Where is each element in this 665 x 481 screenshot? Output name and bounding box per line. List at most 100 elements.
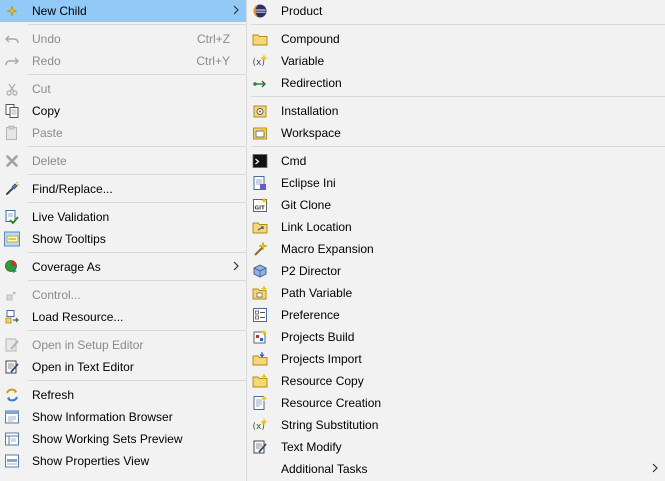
- separator: [28, 280, 246, 281]
- menu-item-label: P2 Director: [281, 264, 342, 278]
- terminal-icon: [252, 154, 268, 168]
- menu-item-label: Link Location: [281, 220, 352, 234]
- menu-item-load-resource[interactable]: Load Resource...: [0, 306, 246, 328]
- menu-item-find-replace[interactable]: Find/Replace...: [0, 178, 246, 200]
- refresh-icon: [6, 388, 18, 402]
- menu-item-open-setup-editor[interactable]: Open in Setup Editor: [0, 334, 246, 356]
- separator: [251, 96, 665, 97]
- menu-item-label: Redo: [32, 54, 61, 68]
- menu-item-label: Git Clone: [281, 198, 332, 212]
- submenu-item-resource-creation[interactable]: Resource Creation: [247, 392, 665, 414]
- menu-item-label: Path Variable: [281, 286, 353, 300]
- menu-item-show-working-sets[interactable]: Show Working Sets Preview: [0, 428, 246, 450]
- submenu-item-macro-expansion[interactable]: Macro Expansion: [247, 238, 665, 260]
- chevron-right-icon: [233, 261, 239, 271]
- text-editor-icon: [5, 360, 19, 374]
- menu-item-label: Load Resource...: [32, 310, 124, 324]
- submenu-item-text-modify[interactable]: Text Modify: [247, 436, 665, 458]
- submenu-item-string-substitution[interactable]: (x) String Substitution: [247, 414, 665, 436]
- shortcut-label: Ctrl+Y: [196, 54, 230, 68]
- chevron-right-icon: [652, 463, 658, 473]
- menu-item-live-validation[interactable]: Live Validation: [0, 206, 246, 228]
- menu-item-copy[interactable]: Copy: [0, 100, 246, 122]
- menu-item-label: New Child: [32, 4, 87, 18]
- undo-icon: [5, 35, 19, 44]
- submenu-item-compound[interactable]: Compound: [247, 28, 665, 50]
- menu-item-coverage-as[interactable]: Coverage As: [0, 256, 246, 278]
- menu-item-label: Text Modify: [281, 440, 342, 454]
- submenu-item-p2-director[interactable]: P2 Director: [247, 260, 665, 282]
- menu-item-cut[interactable]: Cut: [0, 78, 246, 100]
- menu-item-show-properties[interactable]: Show Properties View: [0, 450, 246, 472]
- menu-item-control[interactable]: Control...: [0, 284, 246, 306]
- menu-item-label: Coverage As: [32, 260, 101, 274]
- menu-item-label: Show Working Sets Preview: [32, 432, 183, 446]
- menu-item-delete[interactable]: Delete: [0, 150, 246, 172]
- submenu-item-projects-build[interactable]: Projects Build: [247, 326, 665, 348]
- menu-item-redo[interactable]: Redo Ctrl+Y: [0, 50, 246, 72]
- menu-item-label: Projects Import: [281, 352, 362, 366]
- workspace-icon: [253, 126, 267, 140]
- menu-item-show-info-browser[interactable]: Show Information Browser: [0, 406, 246, 428]
- submenu-item-workspace[interactable]: Workspace: [247, 122, 665, 144]
- chevron-right-icon: [233, 5, 239, 15]
- menu-item-undo[interactable]: Undo Ctrl+Z: [0, 28, 246, 50]
- menu-item-open-text-editor[interactable]: Open in Text Editor: [0, 356, 246, 378]
- variable-icon: (x): [253, 54, 268, 68]
- menu-item-label: Undo: [32, 32, 61, 46]
- projects-import-icon: [252, 352, 268, 366]
- submenu-item-link-location[interactable]: Link Location: [247, 216, 665, 238]
- properties-view-icon: [5, 454, 19, 468]
- menu-item-label: Paste: [32, 126, 63, 140]
- menu-item-label: Macro Expansion: [281, 242, 374, 256]
- svg-text:GIT: GIT: [255, 206, 266, 212]
- menu-item-label: Eclipse Ini: [281, 176, 336, 190]
- menu-item-label: Resource Creation: [281, 396, 382, 410]
- resource-creation-icon: [253, 395, 267, 410]
- submenu-item-path-variable[interactable]: Path Variable: [247, 282, 665, 304]
- validation-check-icon: [5, 210, 19, 225]
- menu-item-refresh[interactable]: Refresh: [0, 384, 246, 406]
- menu-item-label: String Substitution: [281, 418, 379, 432]
- submenu-item-projects-import[interactable]: Projects Import: [247, 348, 665, 370]
- separator: [251, 146, 665, 147]
- tooltip-icon: [4, 231, 20, 247]
- resource-copy-icon: [252, 373, 268, 388]
- info-browser-icon: [5, 410, 19, 424]
- separator: [28, 74, 246, 75]
- svg-text:(x): (x): [253, 422, 265, 432]
- submenu-item-resource-copy[interactable]: Resource Copy: [247, 370, 665, 392]
- submenu-item-installation[interactable]: Installation: [247, 100, 665, 122]
- menu-item-label: Cut: [32, 82, 51, 96]
- separator: [28, 252, 246, 253]
- load-resource-icon: [5, 310, 19, 324]
- submenu-item-additional-tasks[interactable]: Additional Tasks: [247, 458, 665, 480]
- submenu-item-cmd[interactable]: Cmd: [247, 150, 665, 172]
- menu-item-paste[interactable]: Paste: [0, 122, 246, 144]
- submenu-item-redirection[interactable]: Redirection: [247, 72, 665, 94]
- submenu-item-preference[interactable]: Preference: [247, 304, 665, 326]
- menu-item-label: Redirection: [281, 76, 342, 90]
- submenu-item-eclipse-ini[interactable]: Eclipse Ini: [247, 172, 665, 194]
- submenu-item-variable[interactable]: (x) Variable: [247, 50, 665, 72]
- copy-icon: [5, 104, 19, 118]
- delete-x-icon: [6, 155, 18, 167]
- shortcut-label: Ctrl+Z: [197, 32, 230, 46]
- path-variable-icon: [252, 285, 267, 300]
- menu-item-label: Show Tooltips: [32, 232, 106, 246]
- svg-text:(x): (x): [253, 58, 265, 68]
- p2-director-icon: [253, 264, 267, 278]
- macro-wand-icon: [254, 241, 268, 256]
- menu-item-new-child[interactable]: New Child: [0, 0, 246, 22]
- menu-item-show-tooltips[interactable]: Show Tooltips: [0, 228, 246, 250]
- menu-item-label: Compound: [281, 32, 340, 46]
- menu-item-label: Delete: [32, 154, 67, 168]
- submenu-item-product[interactable]: Product: [247, 0, 665, 22]
- installation-icon: [253, 105, 267, 118]
- menu-item-label: Copy: [32, 104, 61, 118]
- separator: [28, 24, 246, 25]
- submenu-item-git-clone[interactable]: GIT Git Clone: [247, 194, 665, 216]
- menu-item-label: Control...: [32, 288, 81, 302]
- product-eclipse-icon: [253, 4, 267, 18]
- ini-file-icon: [253, 176, 266, 190]
